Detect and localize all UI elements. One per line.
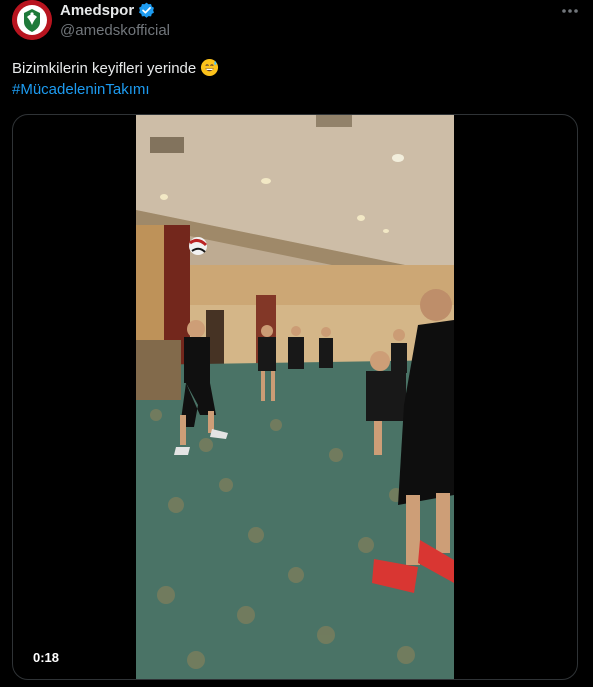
author-handle[interactable]: @amedskofficial <box>60 22 170 39</box>
tweet-text-content: Bizimkilerin keyifleri yerinde <box>12 60 197 77</box>
author-name-row: Amedspor <box>60 2 155 19</box>
video-player[interactable]: 0:18 <box>12 114 578 680</box>
tweet-text: Bizimkilerin keyifleri yerinde <box>12 58 219 79</box>
video-duration: 0:18 <box>27 648 66 667</box>
more-options-icon[interactable] <box>560 4 580 18</box>
sweat-smile-emoji-icon <box>201 58 219 77</box>
display-name[interactable]: Amedspor <box>60 2 134 19</box>
amedspor-crest-icon <box>12 0 52 40</box>
avatar[interactable] <box>12 0 52 40</box>
hashtag-link[interactable]: #MücadeleninTakımı <box>12 80 150 100</box>
verified-badge-icon <box>139 2 155 18</box>
video-frame <box>136 115 454 679</box>
